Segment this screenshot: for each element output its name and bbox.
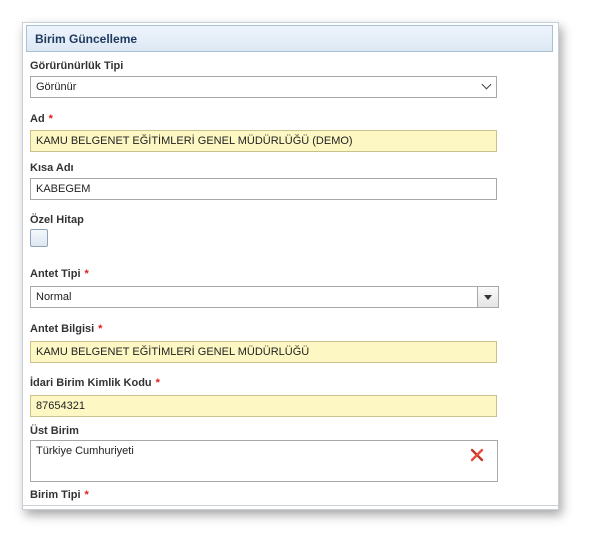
parent-unit-field[interactable]: Türkiye Cumhuriyeti <box>30 440 498 482</box>
panel-title: Birim Güncelleme <box>35 32 138 46</box>
required-mark: * <box>98 323 103 335</box>
dropdown-button[interactable] <box>477 287 498 307</box>
parent-unit-label: Üst Birim <box>30 425 79 437</box>
short-name-label: Kısa Adı <box>30 162 74 174</box>
visibility-type-value: Görünür <box>36 81 77 93</box>
required-mark: * <box>84 489 89 501</box>
name-value: KAMU BELGENET EĞİTİMLERİ GENEL MÜDÜRLÜĞÜ… <box>36 135 353 147</box>
required-mark: * <box>48 113 53 125</box>
divider <box>23 505 558 506</box>
short-name-value: KABEGEM <box>36 183 91 195</box>
clear-icon[interactable] <box>469 447 485 463</box>
letterhead-type-label: Antet Tipi * <box>30 268 89 280</box>
letterhead-type-value: Normal <box>36 291 72 303</box>
letterhead-info-value: KAMU BELGENET EĞİTİMLERİ GENEL MÜDÜRLÜĞÜ <box>36 346 310 358</box>
panel-header: Birim Güncelleme <box>26 25 553 52</box>
short-name-field[interactable]: KABEGEM <box>30 178 497 200</box>
letterhead-info-label: Antet Bilgisi * <box>30 323 103 335</box>
admin-unit-code-value: 87654321 <box>36 400 85 412</box>
unit-update-panel: Birim Güncelleme Görürünürlük Tipi Görün… <box>22 22 559 510</box>
required-mark: * <box>84 268 89 280</box>
chevron-down-icon <box>481 79 492 90</box>
visibility-type-select[interactable]: Görünür <box>30 76 497 98</box>
letterhead-type-combo[interactable]: Normal <box>30 286 499 308</box>
name-label: Ad * <box>30 113 53 125</box>
admin-unit-code-field[interactable]: 87654321 <box>30 395 497 417</box>
special-address-checkbox[interactable] <box>30 229 48 247</box>
parent-unit-value: Türkiye Cumhuriyeti <box>36 445 134 457</box>
special-address-label: Özel Hitap <box>30 214 84 226</box>
required-mark: * <box>155 377 160 389</box>
unit-type-label: Birim Tipi * <box>30 489 89 501</box>
visibility-type-label: Görürünürlük Tipi <box>30 60 124 72</box>
letterhead-info-field[interactable]: KAMU BELGENET EĞİTİMLERİ GENEL MÜDÜRLÜĞÜ <box>30 341 497 363</box>
name-field[interactable]: KAMU BELGENET EĞİTİMLERİ GENEL MÜDÜRLÜĞÜ… <box>30 130 497 152</box>
admin-unit-code-label: İdari Birim Kimlik Kodu * <box>30 377 160 389</box>
chevron-down-icon <box>484 295 492 300</box>
